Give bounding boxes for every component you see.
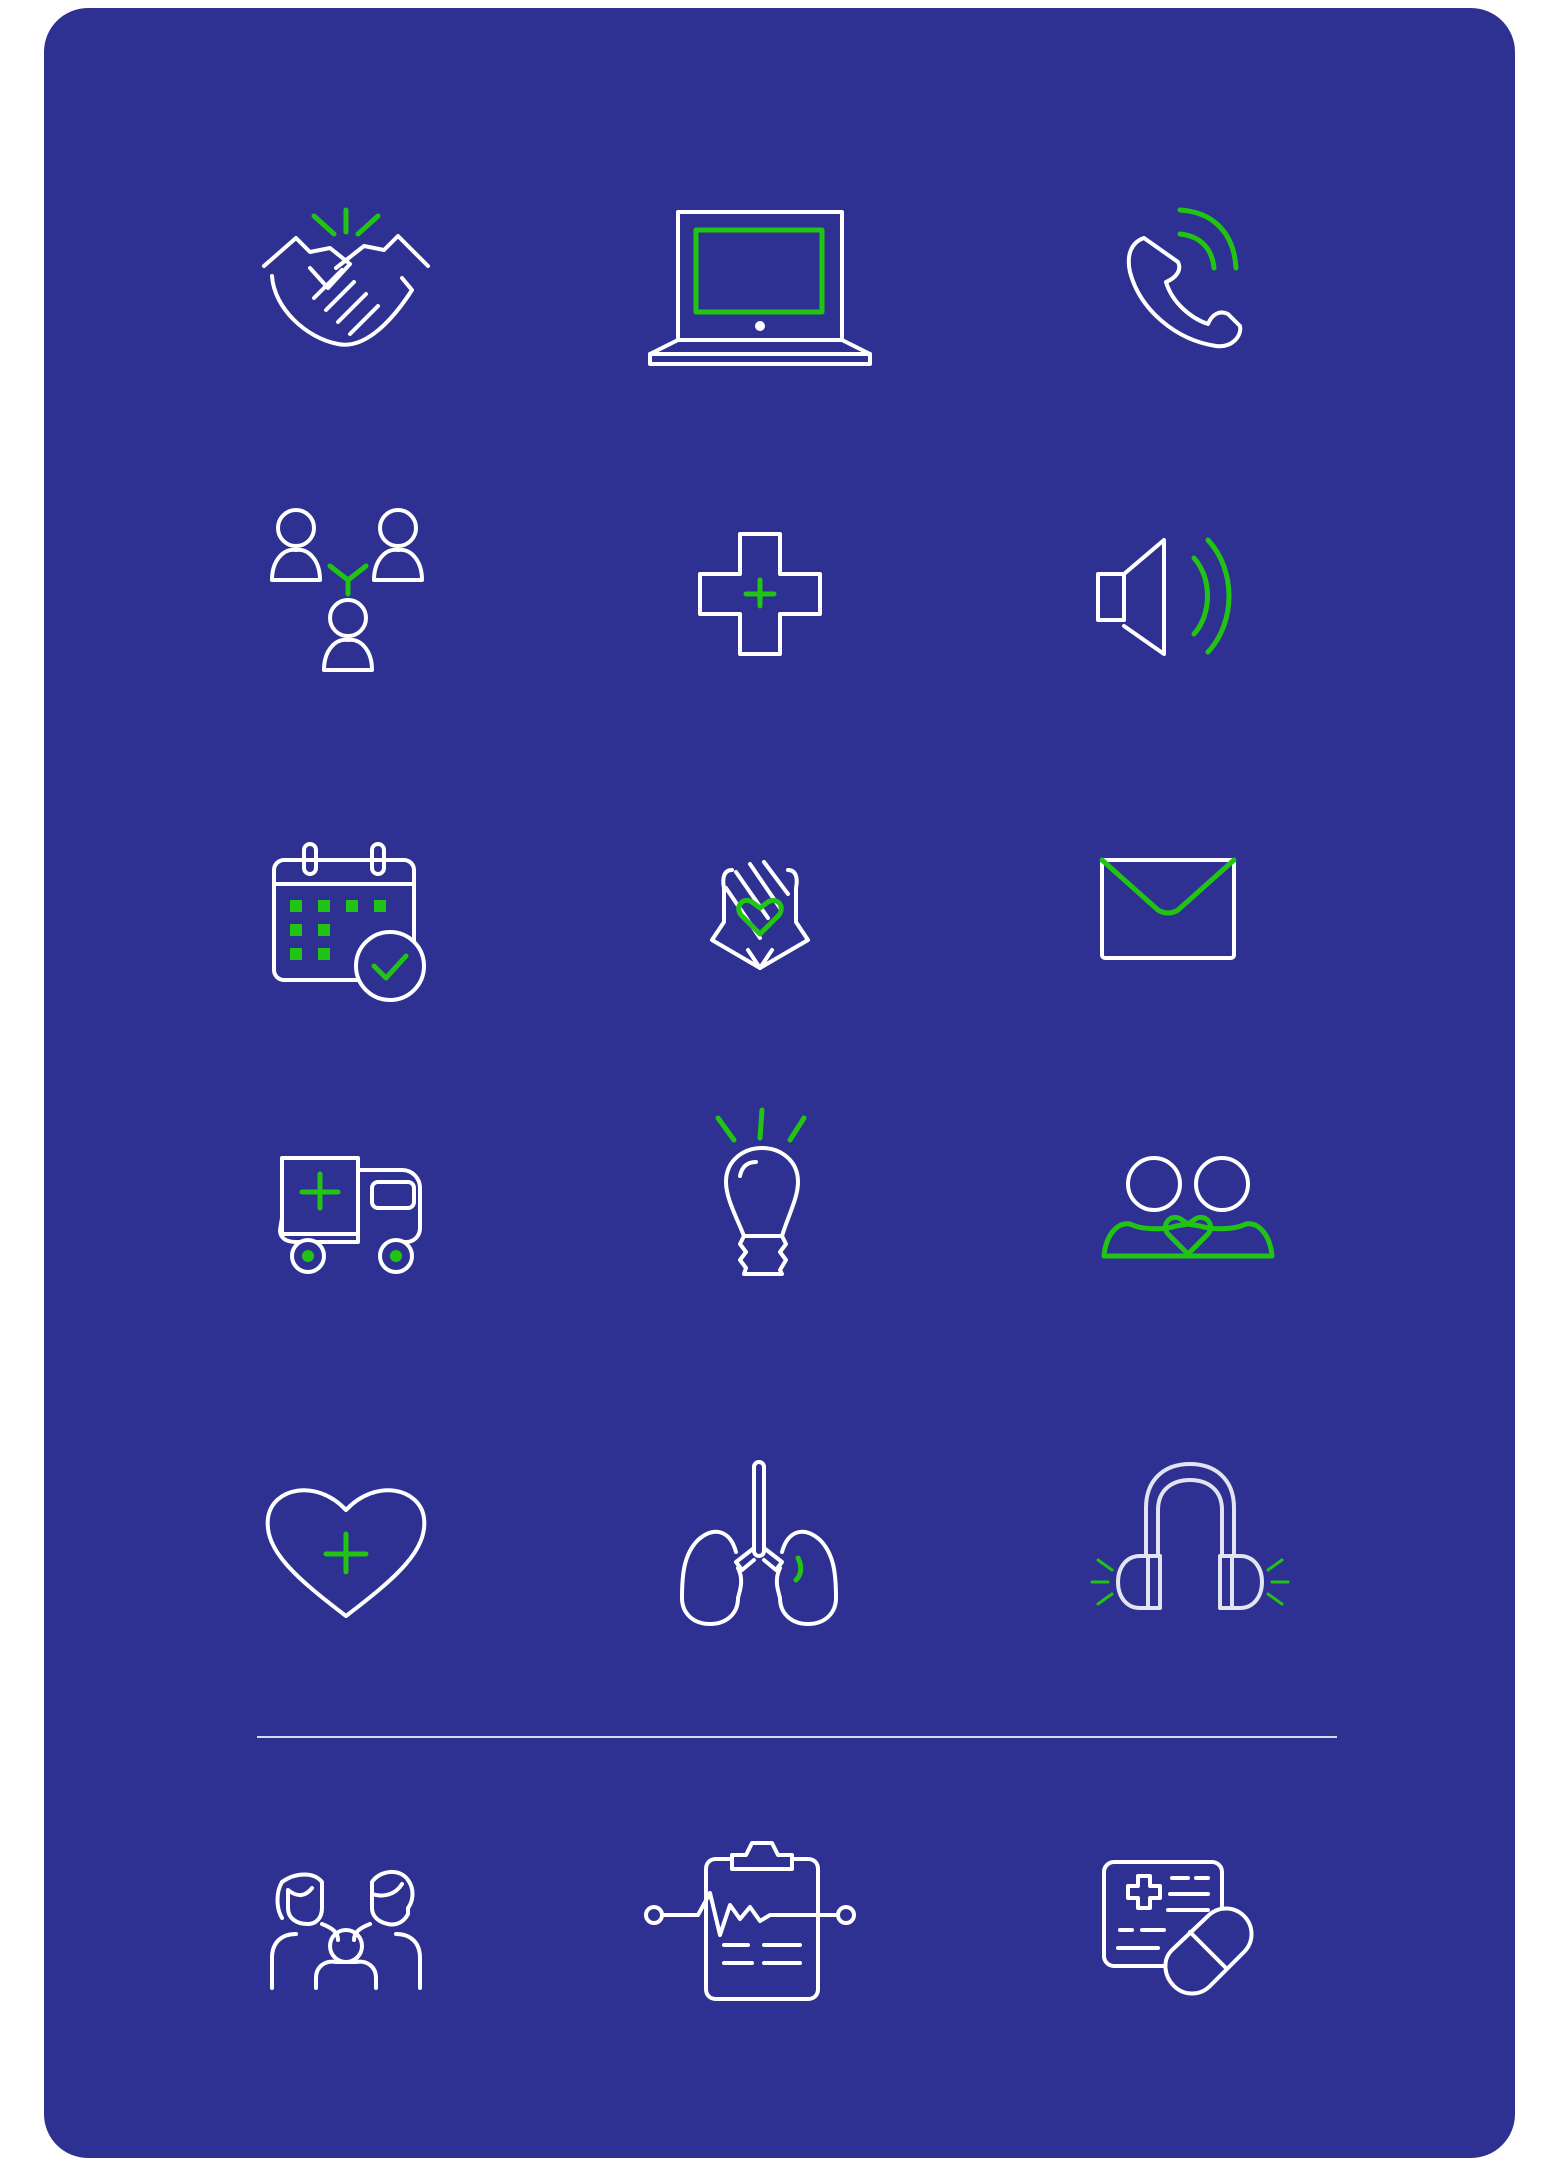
speaker-icon <box>1068 498 1308 698</box>
calendar-check-icon <box>226 818 466 1018</box>
envelope-icon <box>1068 818 1308 1018</box>
ambulance-icon <box>226 1108 466 1308</box>
clipboard-heartbeat-icon <box>640 1823 880 2023</box>
lightbulb-icon <box>640 1098 880 1298</box>
laptop-icon <box>640 198 880 398</box>
prescription-pill-icon <box>1068 1838 1308 2038</box>
icon-panel <box>44 8 1515 2158</box>
handshake-icon <box>226 168 466 368</box>
family-icon <box>226 1838 466 2038</box>
medical-cross-icon <box>640 498 880 698</box>
phone-call-icon <box>1068 198 1308 398</box>
headphones-icon <box>1068 1448 1308 1648</box>
hands-heart-icon <box>640 818 880 1018</box>
couple-heart-icon <box>1068 1118 1308 1318</box>
divider-line <box>257 1736 1337 1738</box>
group-connection-icon <box>226 498 466 698</box>
heart-plus-icon <box>226 1448 466 1648</box>
lungs-icon <box>640 1448 880 1648</box>
